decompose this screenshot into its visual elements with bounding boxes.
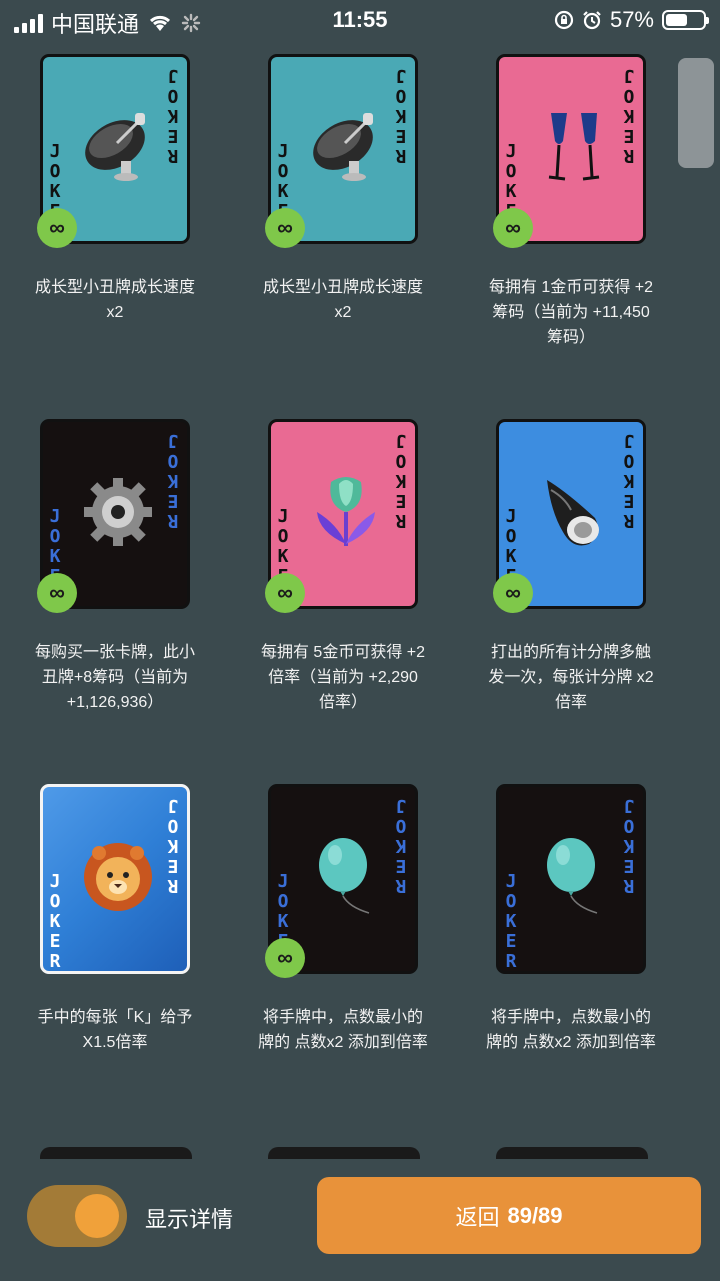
balloon-icon: [309, 837, 383, 917]
joker-card-label: REKOJ: [395, 795, 407, 896]
eternal-badge: ∞: [493, 573, 533, 613]
joker-description-line: 倍率）: [318, 694, 367, 711]
joker-card-label: JOKER: [505, 871, 517, 972]
scrollbar-thumb[interactable]: [678, 58, 714, 168]
joker-card-label: REKOJ: [395, 65, 407, 166]
joker-description-line: 将手牌中，点数最小的: [262, 1009, 423, 1026]
next-row-card-peek: [496, 1147, 648, 1159]
joker-description-line: x2: [334, 304, 352, 321]
joker-description: 成长型小丑牌成长速度 x2: [229, 275, 457, 325]
joker-card-label: REKOJ: [623, 430, 635, 531]
joker-description-line: +1,126,936）: [66, 694, 164, 711]
joker-card-label: REKOJ: [167, 795, 179, 896]
alarm-icon: [583, 11, 601, 30]
joker-description: 成长型小丑牌成长速度 x2: [1, 275, 229, 325]
joker-card-label: REKOJ: [167, 430, 179, 531]
lion-icon: [81, 837, 155, 917]
joker-description-line: 将手牌中，点数最小的: [490, 1009, 651, 1026]
joker-description: 每拥有 5金币可获得 +2 倍率（当前为 +2,290 倍率）: [229, 640, 457, 715]
joker-description-line: 每拥有 1金币可获得 +2: [488, 279, 654, 296]
joker-description: 每拥有 1金币可获得 +2 筹码（当前为 +11,450 筹码）: [457, 275, 685, 350]
eternal-badge: ∞: [265, 208, 305, 248]
tulip-icon: [309, 472, 383, 552]
joker-description-line: 成长型小丑牌成长速度: [262, 279, 423, 296]
gear-icon: [81, 472, 155, 552]
back-button-count: 89/89: [507, 1202, 563, 1228]
show-details-label: 显示详情: [145, 1207, 234, 1232]
toggle-knob: [75, 1194, 119, 1238]
joker-card-label: REKOJ: [167, 65, 179, 166]
joker-description-line: 倍率: [554, 694, 587, 711]
eternal-badge: ∞: [37, 208, 77, 248]
joker-description: 将手牌中，点数最小的 牌的 点数x2 添加到倍率: [457, 1005, 685, 1055]
champagne-glasses-icon: [537, 107, 611, 187]
joker-description-line: 牌的 点数x2 添加到倍率: [486, 1034, 656, 1051]
joker-description-line: 每购买一张卡牌，此小: [34, 644, 195, 661]
joker-description-line: 打出的所有计分牌多触: [490, 644, 651, 661]
joker-description-line: 牌的 点数x2 添加到倍率: [258, 1034, 428, 1051]
joker-description-line: 每拥有 5金币可获得 +2: [260, 644, 426, 661]
status-bar: 中国联通 11:55 57%: [0, 0, 720, 40]
eternal-badge: ∞: [265, 573, 305, 613]
joker-card-label: JOKER: [49, 871, 61, 972]
joker-card[interactable]: JOKER REKOJ: [496, 784, 646, 974]
joker-description: 每购买一张卡牌，此小 丑牌+8筹码（当前为 +1,126,936）: [1, 640, 229, 715]
joker-card-label: REKOJ: [623, 65, 635, 166]
back-button[interactable]: 返回 89/89: [317, 1177, 701, 1254]
show-details-toggle[interactable]: [27, 1185, 127, 1247]
balloon-icon: [537, 837, 611, 917]
eternal-badge: ∞: [37, 573, 77, 613]
joker-description-line: x2: [106, 304, 124, 321]
joker-description: 将手牌中，点数最小的 牌的 点数x2 添加到倍率: [229, 1005, 457, 1055]
joker-description-line: 筹码（当前为 +11,450: [492, 304, 650, 321]
eternal-badge: ∞: [493, 208, 533, 248]
joker-card-label: REKOJ: [623, 795, 635, 896]
joker-card-label: REKOJ: [395, 430, 407, 531]
joker-description-line: 筹码）: [546, 329, 595, 346]
shell-icon: [537, 472, 611, 552]
battery-percent: 57%: [609, 7, 654, 32]
joker-description-line: 发一次，每张计分牌 x2: [488, 669, 654, 686]
joker-description-line: 成长型小丑牌成长速度: [34, 279, 195, 296]
rotation-lock-icon: [554, 10, 574, 30]
next-row-card-peek: [268, 1147, 420, 1159]
joker-description-line: X1.5倍率: [82, 1034, 148, 1051]
satellite-dish-icon: [81, 107, 155, 187]
joker-description-line: 倍率（当前为 +2,290: [268, 669, 418, 686]
joker-description-line: 手中的每张「K」给予: [37, 1009, 193, 1026]
joker-description-line: 丑牌+8筹码（当前为: [41, 669, 189, 686]
joker-description: 手中的每张「K」给予 X1.5倍率: [1, 1005, 229, 1055]
eternal-badge: ∞: [265, 938, 305, 978]
battery-icon: [662, 10, 709, 30]
back-button-label: 返回: [455, 1204, 500, 1230]
next-row-card-peek: [40, 1147, 192, 1159]
joker-description: 打出的所有计分牌多触 发一次，每张计分牌 x2 倍率: [457, 640, 685, 715]
satellite-dish-icon: [309, 107, 383, 187]
joker-card[interactable]: JOKER REKOJ: [40, 784, 190, 974]
